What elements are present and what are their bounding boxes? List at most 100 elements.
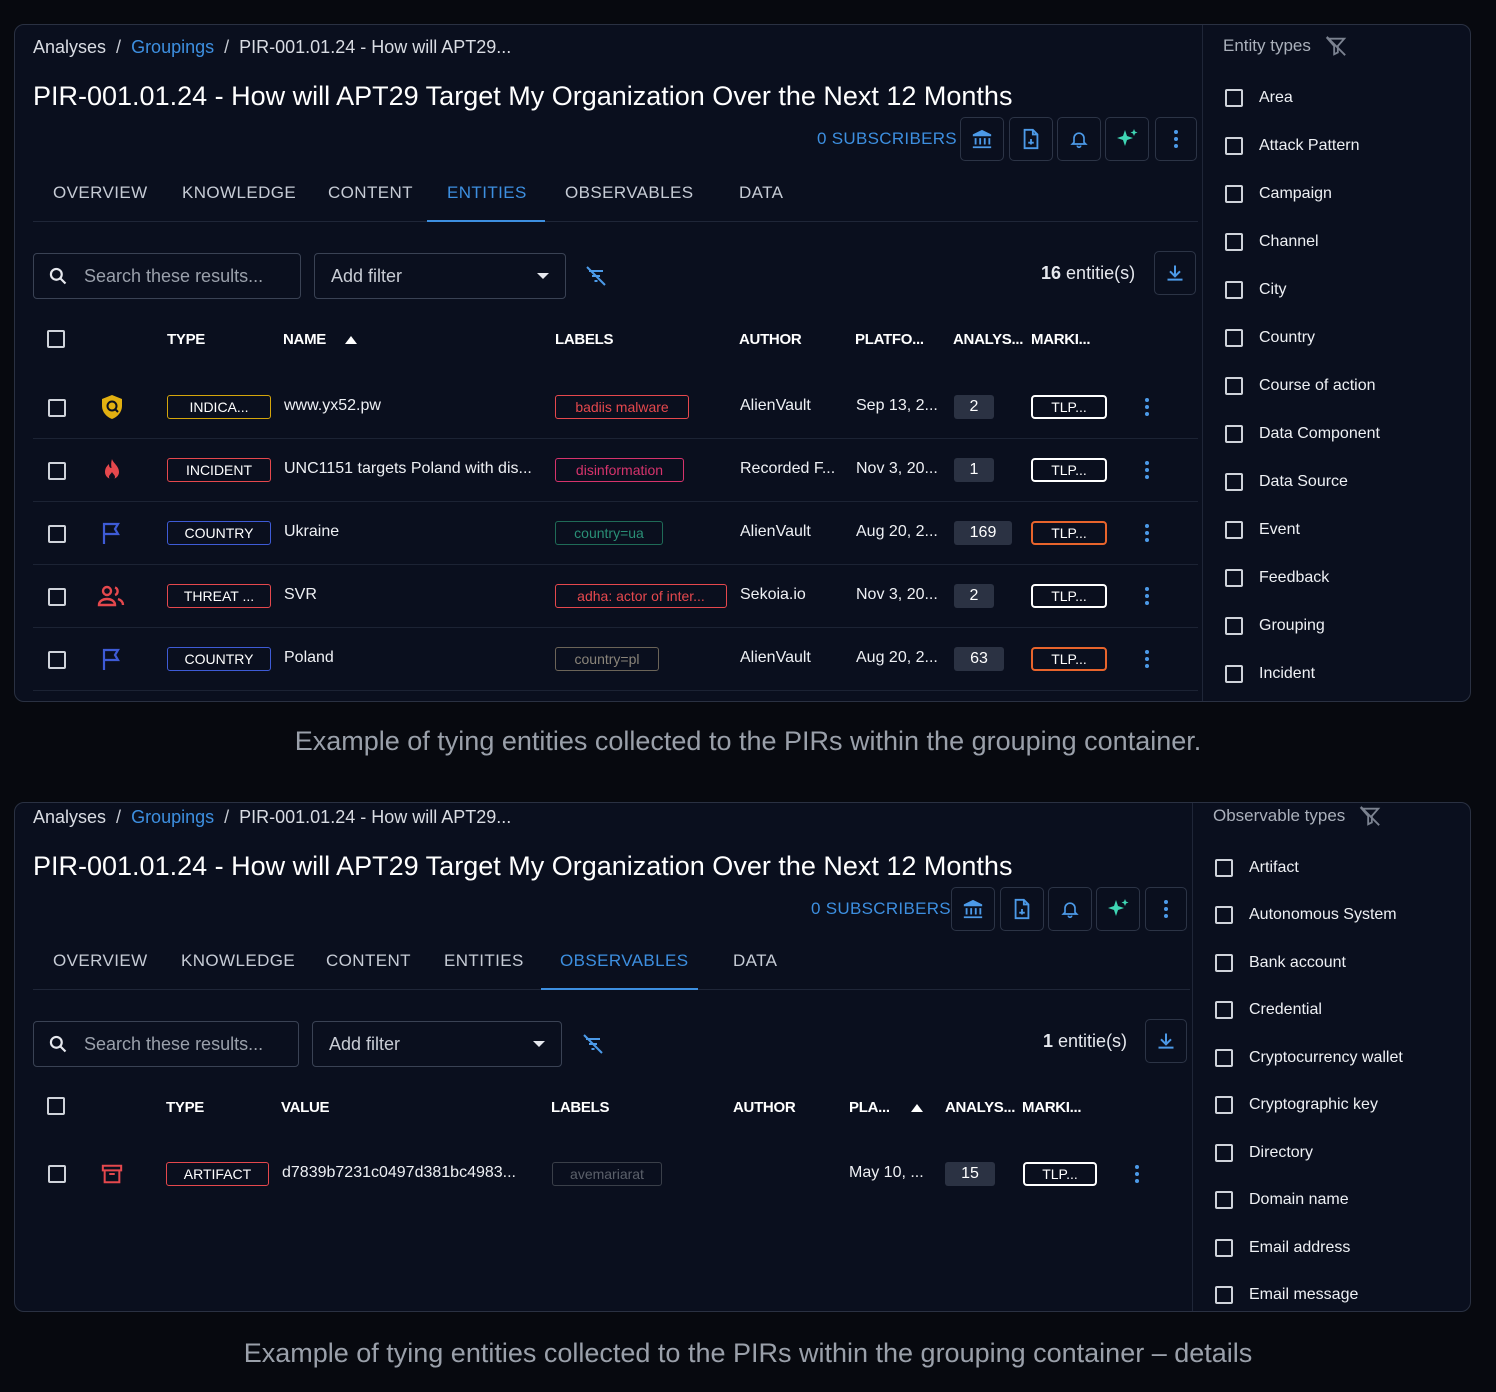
more-options-icon[interactable] (1145, 887, 1187, 931)
sidebar-checkbox[interactable] (1215, 1049, 1233, 1067)
column-analyses[interactable]: ANALYS... (953, 331, 1023, 348)
tab-data[interactable]: DATA (739, 183, 783, 203)
download-icon[interactable] (1145, 1019, 1187, 1063)
row-more-icon[interactable] (1145, 587, 1149, 605)
tab-observables[interactable]: OBSERVABLES (560, 951, 689, 971)
clear-filter-icon[interactable] (1325, 35, 1347, 57)
label-chip[interactable]: badiis malware (555, 395, 689, 419)
sidebar-item-cryptocurrency-wallet[interactable]: Cryptocurrency wallet (1215, 1049, 1403, 1067)
download-icon[interactable] (1154, 251, 1196, 295)
sidebar-item-directory[interactable]: Directory (1215, 1144, 1313, 1162)
subscribers-button[interactable]: 0 SUBSCRIBERS (817, 129, 957, 149)
column-value[interactable]: VALUE (281, 1099, 330, 1116)
search-input[interactable] (82, 264, 286, 288)
sidebar-checkbox[interactable] (1215, 1096, 1233, 1114)
sidebar-item-email-address[interactable]: Email address (1215, 1239, 1350, 1257)
sidebar-checkbox[interactable] (1225, 569, 1243, 587)
breadcrumb-analyses[interactable]: Analyses (33, 807, 106, 827)
sidebar-checkbox[interactable] (1225, 521, 1243, 539)
bell-icon[interactable] (1048, 887, 1092, 931)
search-box[interactable] (33, 253, 301, 299)
sidebar-item-country[interactable]: Country (1225, 329, 1315, 347)
entity-name[interactable]: Poland (284, 649, 334, 667)
sidebar-checkbox[interactable] (1215, 1144, 1233, 1162)
row-more-icon[interactable] (1145, 524, 1149, 542)
export-pdf-icon[interactable] (1009, 117, 1053, 161)
entity-name[interactable]: SVR (284, 586, 317, 604)
sidebar-checkbox[interactable] (1225, 329, 1243, 347)
column-name[interactable]: NAME (283, 331, 326, 348)
row-checkbox[interactable] (48, 462, 66, 480)
sidebar-item-course-of-action[interactable]: Course of action (1225, 377, 1376, 395)
breadcrumb-analyses[interactable]: Analyses (33, 37, 106, 57)
sidebar-item-attack-pattern[interactable]: Attack Pattern (1225, 137, 1360, 155)
sidebar-item-campaign[interactable]: Campaign (1225, 185, 1332, 203)
subscribers-button[interactable]: 0 SUBSCRIBERS (811, 899, 951, 919)
sidebar-checkbox[interactable] (1225, 233, 1243, 251)
clear-filter-icon[interactable] (1359, 805, 1381, 827)
sidebar-item-bank-account[interactable]: Bank account (1215, 954, 1346, 972)
tab-entities[interactable]: ENTITIES (447, 183, 527, 203)
sidebar-checkbox[interactable] (1215, 859, 1233, 877)
column-marking[interactable]: MARKI... (1022, 1099, 1082, 1116)
sidebar-checkbox[interactable] (1225, 281, 1243, 299)
row-checkbox[interactable] (48, 525, 66, 543)
sidebar-item-artifact[interactable]: Artifact (1215, 859, 1299, 877)
bank-icon[interactable] (960, 117, 1004, 161)
add-filter-select[interactable]: Add filter (312, 1021, 562, 1067)
sidebar-checkbox[interactable] (1225, 617, 1243, 635)
column-author[interactable]: AUTHOR (733, 1099, 796, 1116)
tab-content[interactable]: CONTENT (328, 183, 413, 203)
sidebar-checkbox[interactable] (1225, 89, 1243, 107)
row-more-icon[interactable] (1145, 650, 1149, 668)
sidebar-checkbox[interactable] (1215, 1191, 1233, 1209)
row-more-icon[interactable] (1145, 398, 1149, 416)
column-platform[interactable]: PLATFO... (855, 331, 924, 348)
row-checkbox[interactable] (48, 1165, 66, 1183)
tab-observables[interactable]: OBSERVABLES (565, 183, 694, 203)
column-type[interactable]: TYPE (167, 331, 205, 348)
column-type[interactable]: TYPE (166, 1099, 204, 1116)
search-box[interactable] (33, 1021, 299, 1067)
search-input[interactable] (82, 1032, 286, 1056)
label-chip[interactable]: avemariarat (552, 1162, 662, 1186)
column-labels[interactable]: LABELS (551, 1099, 610, 1116)
tab-knowledge[interactable]: KNOWLEDGE (181, 951, 295, 971)
sidebar-item-credential[interactable]: Credential (1215, 1001, 1322, 1019)
label-chip[interactable]: country=pl (555, 647, 659, 671)
bank-icon[interactable] (951, 887, 995, 931)
label-chip[interactable]: country=ua (555, 521, 663, 545)
sidebar-checkbox[interactable] (1225, 137, 1243, 155)
entity-name[interactable]: Ukraine (284, 523, 339, 541)
select-all-checkbox[interactable] (47, 1097, 65, 1115)
ai-sparkle-icon[interactable] (1105, 117, 1149, 161)
sidebar-checkbox[interactable] (1215, 906, 1233, 924)
sidebar-checkbox[interactable] (1225, 473, 1243, 491)
sidebar-item-city[interactable]: City (1225, 281, 1287, 299)
entity-name[interactable]: UNC1151 targets Poland with dis... (284, 460, 532, 478)
column-labels[interactable]: LABELS (555, 331, 614, 348)
more-options-icon[interactable] (1155, 117, 1197, 161)
sidebar-item-cryptographic-key[interactable]: Cryptographic key (1215, 1096, 1378, 1114)
tab-content[interactable]: CONTENT (326, 951, 411, 971)
sidebar-item-grouping[interactable]: Grouping (1225, 617, 1325, 635)
row-checkbox[interactable] (48, 588, 66, 606)
sidebar-checkbox[interactable] (1225, 185, 1243, 203)
column-platform[interactable]: PLA... (849, 1099, 890, 1116)
column-analyses[interactable]: ANALYS... (945, 1099, 1015, 1116)
select-all-checkbox[interactable] (47, 330, 65, 348)
clear-filters-icon[interactable] (580, 1031, 606, 1057)
row-checkbox[interactable] (48, 399, 66, 417)
sidebar-item-area[interactable]: Area (1225, 89, 1293, 107)
sidebar-item-data-source[interactable]: Data Source (1225, 473, 1348, 491)
breadcrumb-groupings[interactable]: Groupings (131, 37, 214, 57)
sidebar-checkbox[interactable] (1215, 1286, 1233, 1304)
sidebar-item-data-component[interactable]: Data Component (1225, 425, 1380, 443)
sidebar-item-domain-name[interactable]: Domain name (1215, 1191, 1349, 1209)
breadcrumb-groupings[interactable]: Groupings (131, 807, 214, 827)
label-chip[interactable]: disinformation (555, 458, 684, 482)
sidebar-item-email-message[interactable]: Email message (1215, 1286, 1358, 1304)
tab-overview[interactable]: OVERVIEW (53, 183, 148, 203)
tab-entities[interactable]: ENTITIES (444, 951, 524, 971)
sidebar-item-channel[interactable]: Channel (1225, 233, 1319, 251)
